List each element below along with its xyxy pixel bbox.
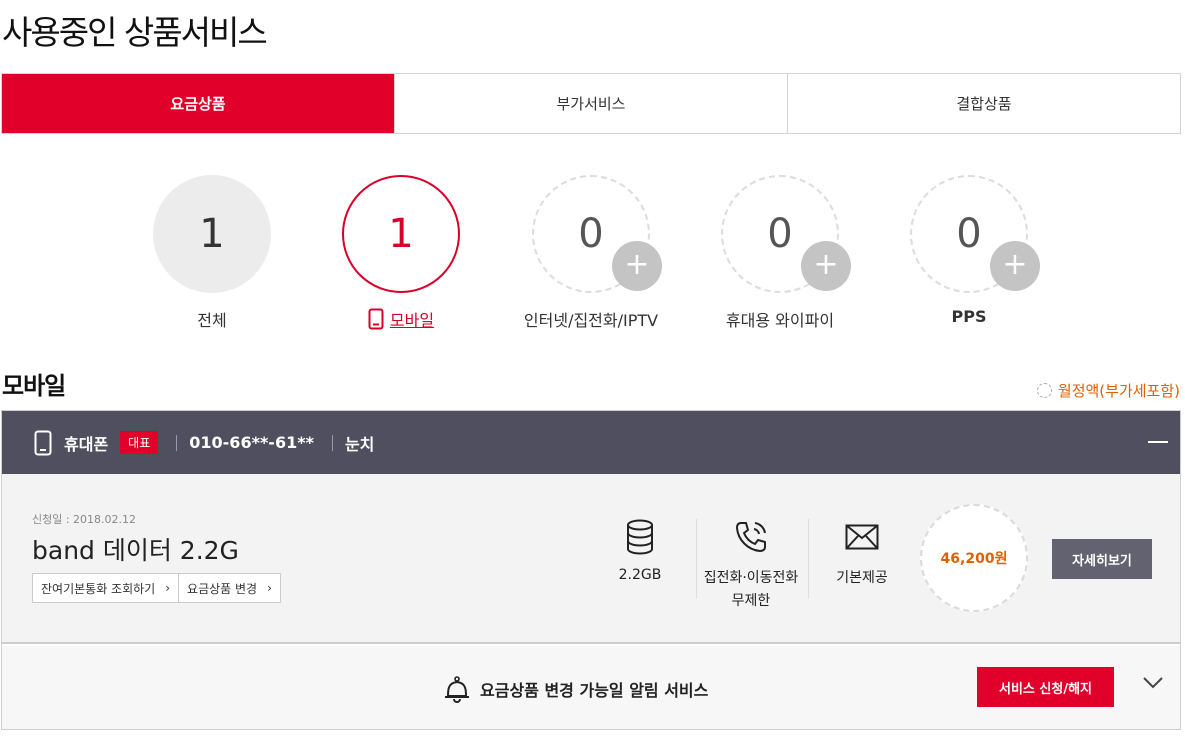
add-internet-button[interactable]: + [612, 241, 662, 291]
feature-call-label-1: 집전화·이동전화 [703, 570, 799, 586]
category-all[interactable]: 1 전체 [117, 175, 307, 331]
category-pps-count: 0 [956, 211, 982, 257]
category-wifi-count: 0 [767, 211, 793, 257]
device-type: 휴대폰 [64, 434, 109, 454]
phone-call-icon [736, 522, 766, 552]
bell-icon [445, 676, 469, 703]
category-internet-count: 0 [578, 211, 604, 257]
feature-call-label-2: 무제한 [731, 593, 771, 609]
envelope-icon [845, 524, 879, 550]
line-nickname: 눈치 [344, 434, 375, 454]
category-internet-label: 인터넷/집전화/IPTV [523, 311, 659, 330]
tab-plan[interactable]: 요금상품 [2, 74, 394, 133]
chevron-right-icon: › [267, 581, 272, 595]
page-title: 사용중인 상품서비스 [2, 13, 268, 52]
category-all-count: 1 [153, 175, 271, 293]
tab-addon-service[interactable]: 부가서비스 [394, 74, 787, 133]
chevron-down-icon[interactable] [1142, 676, 1164, 690]
plan-summary: 신청일 : 2018.02.12 band 데이터 2.2G 잔여기본통화 조회… [2, 474, 1180, 644]
change-plan-button[interactable]: 요금상품 변경 › [179, 573, 281, 603]
category-mobile-label: 모바일 [389, 311, 435, 330]
category-pps-label: PPS [951, 307, 987, 326]
feature-call: 집전화·이동전화 무제한 [694, 517, 808, 610]
category-wifi-label: 휴대용 와이파이 [725, 311, 835, 330]
monthly-fee-note: 월정액(부가세포함) [1036, 380, 1180, 401]
plan-name: band 데이터 2.2G [32, 536, 239, 565]
feature-sms-label: 기본제공 [836, 570, 888, 586]
feature-data-label: 2.2GB [618, 567, 662, 583]
collapse-icon[interactable] [1148, 441, 1168, 443]
category-mobile[interactable]: 1 모바일 [306, 175, 496, 331]
service-apply-button[interactable]: 서비스 신청/해지 [977, 667, 1114, 707]
category-wifi[interactable]: 0 + 휴대용 와이파이 [685, 175, 875, 331]
section-title: 모바일 [2, 372, 66, 400]
category-pps[interactable]: 0 + PPS [874, 175, 1064, 326]
mobile-phone-icon [34, 430, 52, 455]
notice-text: 요금상품 변경 가능일 알림 서비스 [480, 681, 709, 700]
tab-bundle[interactable]: 결합상품 [787, 74, 1180, 133]
phone-number: 010-66**-61** [189, 433, 314, 452]
database-icon [627, 519, 653, 555]
feature-sms: 기본제공 [822, 517, 902, 587]
divider [331, 434, 333, 451]
card-header: 휴대폰 대표 010-66**-61** 눈치 [2, 411, 1180, 474]
remaining-call-button[interactable]: 잔여기본통화 조회하기 › [32, 573, 180, 603]
product-tabs: 요금상품 부가서비스 결합상품 [1, 73, 1181, 134]
primary-badge: 대표 [120, 431, 159, 454]
mobile-phone-icon [368, 308, 384, 330]
monthly-fee-label: 월정액(부가세포함) [1057, 382, 1180, 400]
category-internet[interactable]: 0 + 인터넷/집전화/IPTV [496, 175, 686, 331]
add-pps-button[interactable]: + [990, 241, 1040, 291]
category-mobile-count: 1 [342, 175, 460, 293]
dashed-circle-icon [1036, 383, 1052, 398]
chevron-right-icon: › [165, 581, 171, 595]
detail-button[interactable]: 자세히보기 [1052, 539, 1152, 579]
mobile-line-card: 휴대폰 대표 010-66**-61** 눈치 신청일 : 2018.02.12… [1, 410, 1181, 730]
category-all-label: 전체 [197, 311, 227, 330]
add-wifi-button[interactable]: + [801, 241, 851, 291]
notice-bar: 요금상품 변경 가능일 알림 서비스 서비스 신청/해지 [2, 646, 1180, 729]
monthly-price: 46,200원 [920, 504, 1028, 612]
divider [176, 434, 178, 451]
feature-data: 2.2GB [600, 517, 680, 583]
apply-date: 신청일 : 2018.02.12 [32, 513, 137, 526]
